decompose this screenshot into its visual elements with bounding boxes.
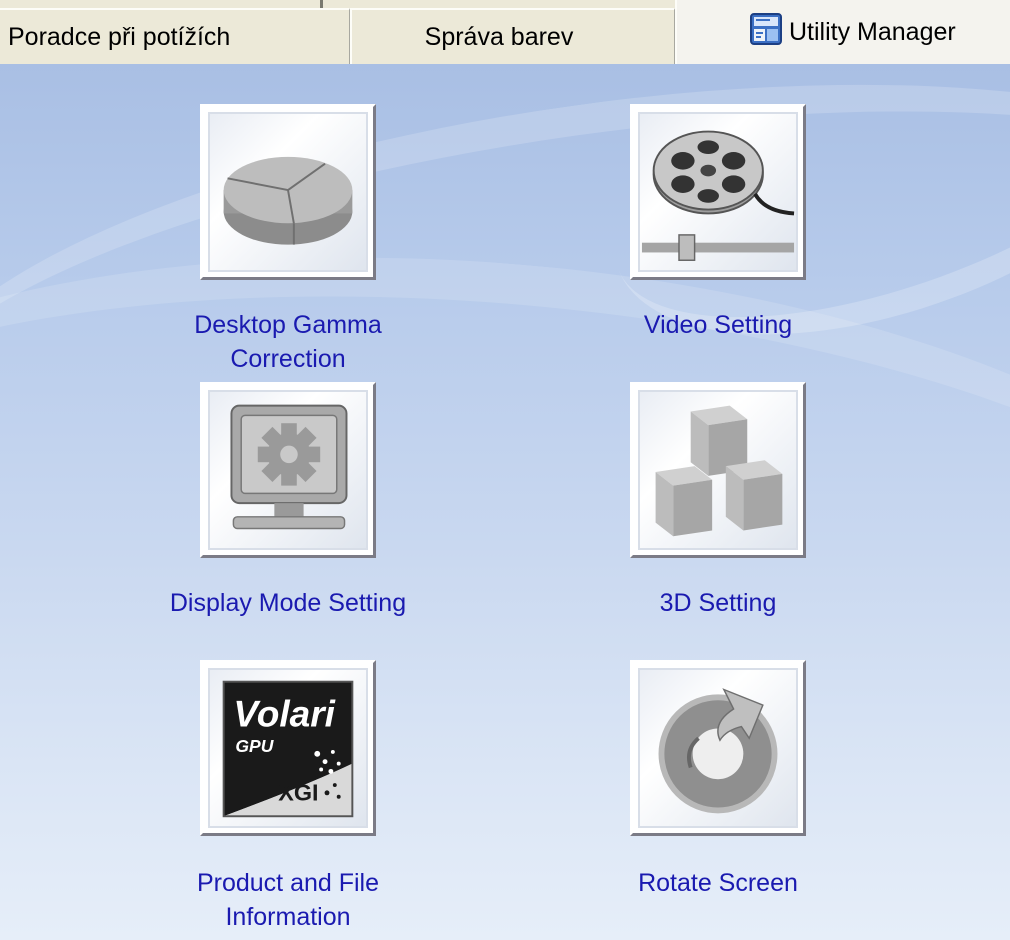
- logo-gpu-text: GPU: [235, 736, 274, 756]
- tab-troubleshoot[interactable]: Poradce při potížích: [0, 8, 350, 64]
- item-display-mode[interactable]: Display Mode Setting: [108, 382, 468, 642]
- item-video-setting-label: Video Setting: [643, 311, 793, 339]
- video-button-frame[interactable]: [630, 104, 806, 280]
- tab-color-management-label: Správa barev: [424, 22, 574, 51]
- logo-xgi-text: XGI: [278, 780, 318, 806]
- tab-strip: Poradce při potížích Správa barev Utilit…: [0, 0, 1010, 64]
- film-reel-icon: [641, 130, 795, 261]
- item-video-setting[interactable]: Video Setting: [538, 104, 898, 404]
- utility-panel: Desktop Gamma Correction Video Setting D…: [0, 64, 1010, 940]
- item-3d-setting-label: 3D Setting: [659, 589, 777, 617]
- gamma-button-frame[interactable]: [200, 104, 376, 280]
- 3d-setting-button-frame[interactable]: [630, 382, 806, 558]
- monitor-gear-icon: [230, 404, 348, 530]
- display-mode-button-frame[interactable]: [200, 382, 376, 558]
- rotate-arrow-icon: [658, 688, 778, 814]
- volari-xgi-logo-icon: Volari GPU XGI: [222, 680, 354, 818]
- item-display-mode-label: Display Mode Setting: [169, 589, 407, 617]
- utility-manager-icon: [750, 13, 782, 45]
- item-rotate-screen[interactable]: Rotate Screen: [538, 660, 898, 920]
- item-rotate-screen-label: Rotate Screen: [638, 869, 798, 897]
- cubes-icon: [655, 405, 783, 537]
- tab-strip-top: [0, 0, 675, 8]
- tab-utility-manager-label: Utility Manager: [789, 17, 956, 46]
- tab-color-management[interactable]: Správa barev: [350, 8, 675, 64]
- product-info-button-frame[interactable]: Volari GPU XGI: [200, 660, 376, 836]
- item-desktop-gamma[interactable]: Desktop Gamma Correction: [108, 104, 468, 404]
- gamma-pie-icon: [223, 156, 353, 245]
- item-3d-setting[interactable]: 3D Setting: [538, 382, 898, 642]
- logo-volari-text: Volari: [233, 693, 335, 735]
- item-desktop-gamma-label: Desktop Gamma Correction: [194, 311, 382, 373]
- rotate-screen-button-frame[interactable]: [630, 660, 806, 836]
- tab-utility-manager[interactable]: Utility Manager: [675, 0, 1010, 64]
- item-product-info[interactable]: Volari GPU XGI Product and File Informati…: [108, 660, 468, 940]
- item-product-info-label: Product and File Information: [196, 869, 380, 931]
- tab-troubleshoot-label: Poradce při potížích: [8, 22, 231, 51]
